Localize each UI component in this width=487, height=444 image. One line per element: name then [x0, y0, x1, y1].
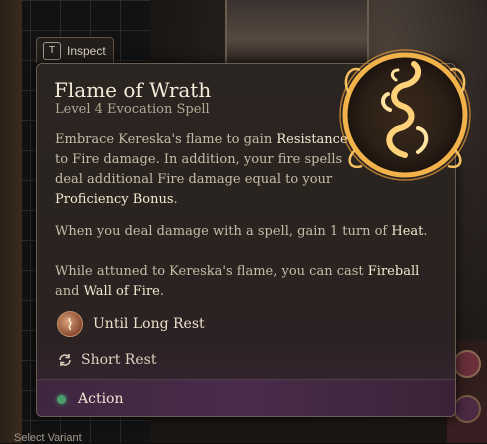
duration-row: Until Long Rest: [57, 311, 205, 337]
inspect-label: Inspect: [67, 43, 106, 58]
flame-swirl-icon: [339, 49, 471, 181]
keyword-fireball[interactable]: Fireball: [368, 264, 419, 279]
action-cost-label: Action: [78, 391, 124, 407]
long-rest-icon: [57, 311, 83, 337]
keybind-badge: T: [43, 41, 61, 60]
hotbar-slot-icon[interactable]: [453, 350, 481, 378]
duration-label: Until Long Rest: [93, 316, 205, 332]
spell-description-attuned: While attuned to Kereska's flame, you ca…: [55, 264, 420, 299]
spell-level: Level 4 Evocation Spell: [55, 102, 210, 117]
action-cost-row: Action: [37, 380, 455, 416]
keyword-wall-of-fire[interactable]: Wall of Fire: [84, 284, 160, 299]
keyword-proficiency-bonus[interactable]: Proficiency Bonus: [55, 192, 174, 207]
spell-description-effects: Embrace Kereska's flame to gain Resistan…: [55, 132, 348, 207]
background-frame: [0, 0, 22, 443]
spell-description-heat: When you deal damage with a spell, gain …: [55, 224, 428, 239]
spell-name: Flame of Wrath: [54, 78, 212, 102]
action-dot-icon: [57, 394, 66, 404]
inspect-tab[interactable]: T Inspect: [36, 37, 114, 63]
recharge-label: Short Rest: [81, 352, 157, 368]
keyword-heat[interactable]: Heat: [391, 224, 423, 239]
select-variant-label: Select Variant: [14, 432, 82, 444]
recharge-row: Short Rest: [57, 352, 156, 368]
hotbar-slot-icon[interactable]: [453, 395, 481, 423]
refresh-icon: [59, 354, 71, 366]
